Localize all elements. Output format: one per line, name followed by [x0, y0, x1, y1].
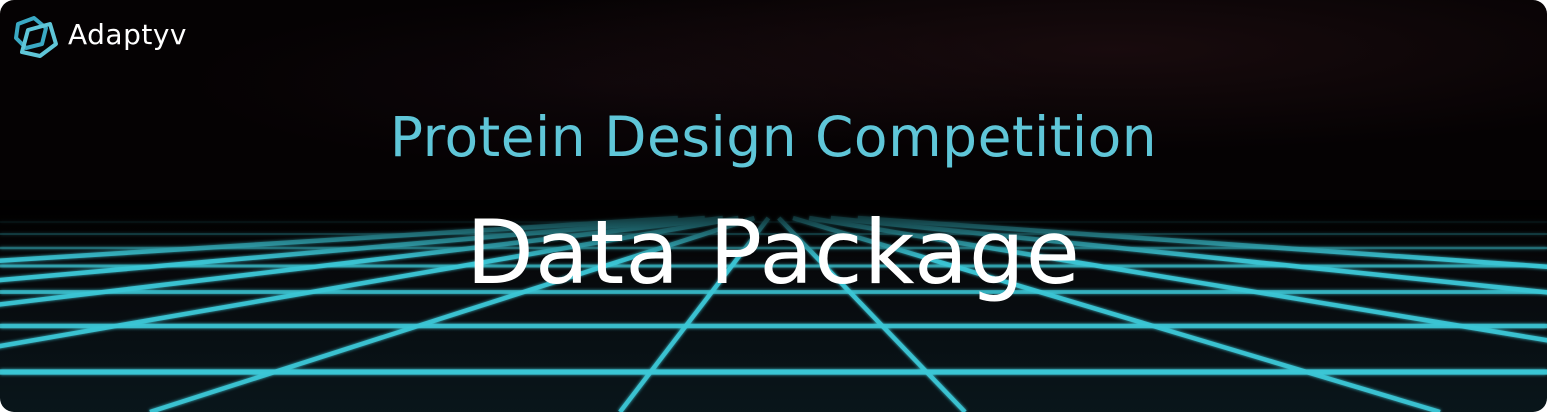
header-banner: Adaptyv Protein Design Competition Data … — [0, 0, 1547, 412]
brand-name: Adaptyv — [68, 18, 187, 51]
banner-title: Data Package — [466, 201, 1081, 304]
adaptyv-logo-icon — [14, 16, 58, 58]
brand-logo[interactable]: Adaptyv — [12, 14, 187, 60]
banner-subtitle: Protein Design Competition — [389, 105, 1158, 169]
